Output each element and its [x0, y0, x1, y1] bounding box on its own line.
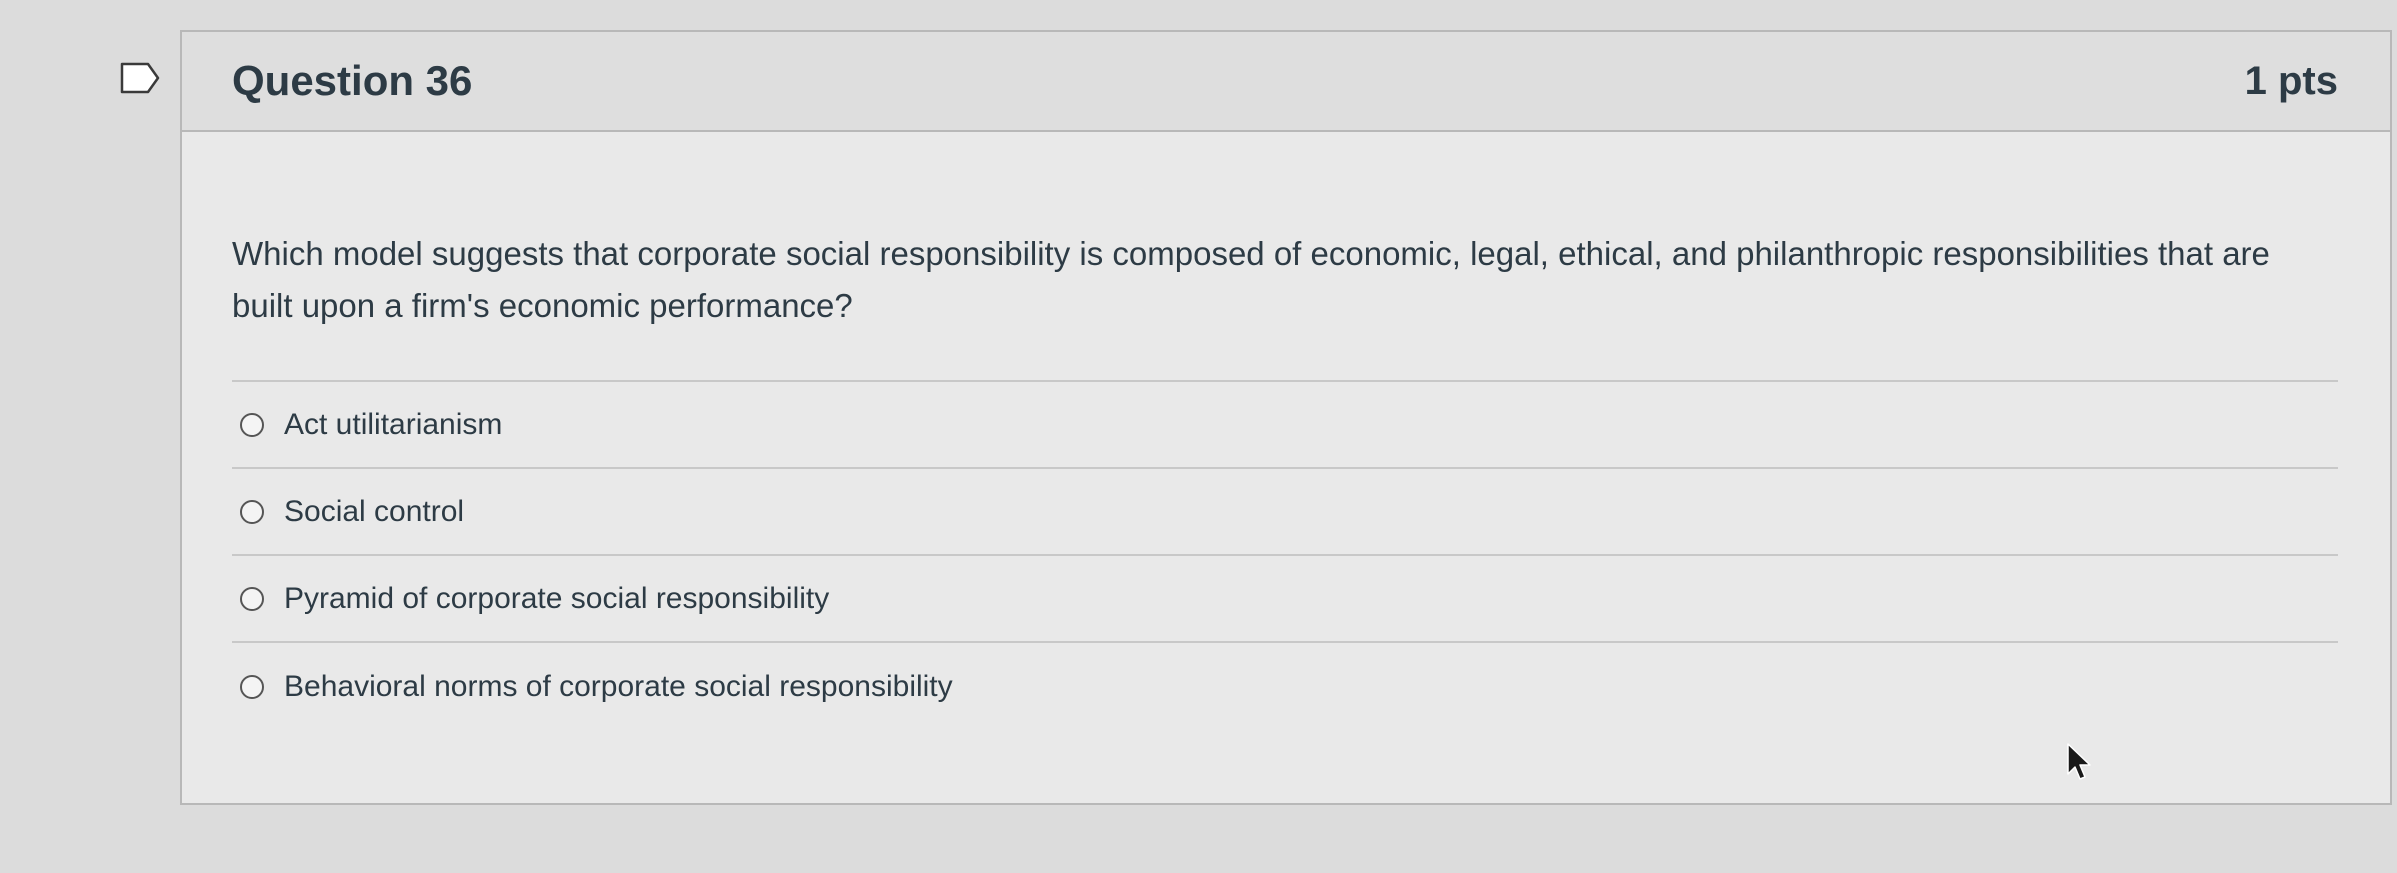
mouse-pointer-icon [2067, 743, 2091, 780]
question-title: Question 36 [232, 57, 473, 104]
answer-option[interactable]: Behavioral norms of corporate social res… [232, 643, 2338, 730]
flag-question-icon[interactable] [120, 62, 160, 94]
radio-button[interactable] [240, 586, 264, 611]
question-header: Question 36 1 pts [182, 32, 2390, 132]
radio-button[interactable] [240, 674, 264, 699]
radio-button[interactable] [240, 412, 264, 437]
answer-option[interactable]: Social control [232, 469, 2338, 556]
answer-label: Pyramid of corporate social responsibili… [284, 581, 830, 615]
question-card: Question 36 1 pts Which model suggests t… [180, 30, 2392, 805]
answer-option[interactable]: Act utilitarianism [232, 382, 2338, 469]
answer-list: Act utilitarianism Social control Pyrami… [232, 380, 2338, 730]
answer-label: Behavioral norms of corporate social res… [284, 669, 953, 703]
answer-label: Act utilitarianism [284, 407, 503, 441]
answer-label: Social control [284, 494, 465, 528]
question-points: 1 pts [2244, 58, 2338, 103]
radio-button[interactable] [240, 499, 264, 524]
question-text: Which model suggests that corporate soci… [232, 235, 2270, 324]
question-body: Which model suggests that corporate soci… [182, 132, 2390, 730]
answer-option[interactable]: Pyramid of corporate social responsibili… [232, 556, 2338, 643]
